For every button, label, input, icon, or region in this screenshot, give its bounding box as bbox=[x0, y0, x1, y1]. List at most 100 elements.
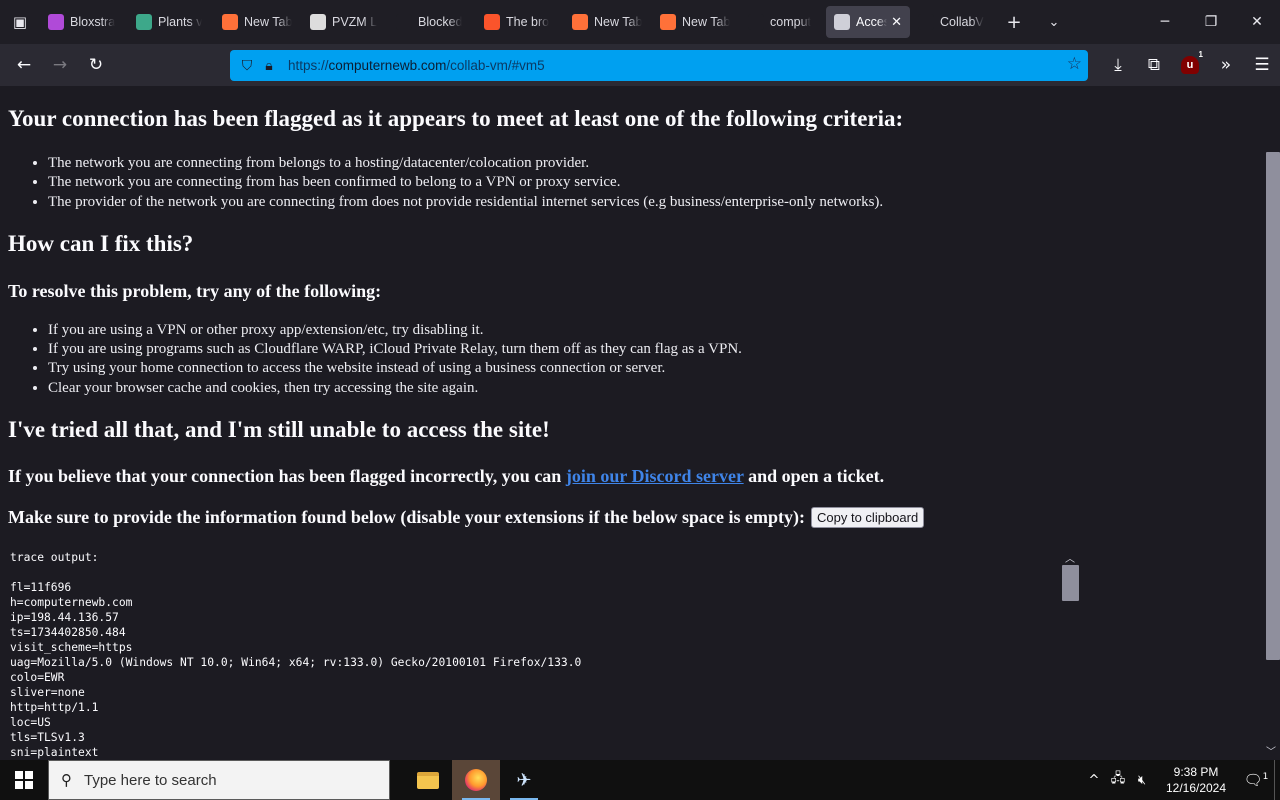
discord-text-after: and open a ticket. bbox=[743, 466, 885, 486]
trace-line: trace output: bbox=[10, 551, 99, 564]
chevron-down-icon: ⌄ bbox=[1048, 14, 1060, 30]
trace-line: loc=US bbox=[10, 716, 51, 729]
network-icon[interactable]: 🖧︎ bbox=[1106, 769, 1130, 791]
notification-center-button[interactable]: 🗨︎1 bbox=[1238, 771, 1274, 789]
lock-icon[interactable]: 🔒︎ bbox=[258, 58, 280, 74]
trace-line: ts=1734402850.484 bbox=[10, 626, 126, 639]
tab-label: Blocked bbox=[418, 15, 463, 29]
tab-6[interactable]: New Tab bbox=[564, 6, 652, 38]
firefox-taskbar-button[interactable] bbox=[452, 760, 500, 800]
show-desktop-button[interactable] bbox=[1274, 760, 1280, 800]
tab-10[interactable]: CollabV bbox=[910, 6, 994, 38]
overflow-menu-button[interactable]: » bbox=[1208, 49, 1244, 81]
fix-item: Try using your home connection to access… bbox=[48, 359, 742, 378]
page-viewport: Your connection has been flagged as it a… bbox=[0, 86, 1280, 760]
provide-info-paragraph: Make sure to provide the information fou… bbox=[8, 507, 925, 528]
criteria-list: The network you are connecting from belo… bbox=[48, 154, 883, 212]
fix-heading: How can I fix this? bbox=[8, 231, 194, 256]
copy-to-clipboard-button[interactable]: Copy to clipboard bbox=[811, 507, 925, 528]
discord-link[interactable]: join our Discord server bbox=[566, 466, 744, 486]
tab-0[interactable]: Bloxstra bbox=[40, 6, 128, 38]
trace-line: ip=198.44.136.57 bbox=[10, 611, 119, 624]
volume-muted-icon[interactable]: 🔇︎ bbox=[1130, 773, 1154, 788]
tab-7[interactable]: New Tab bbox=[652, 6, 740, 38]
url-text[interactable]: https://computernewb.com/collab-vm/#vm5 bbox=[288, 58, 545, 73]
tab-strip: ▣ Bloxstra Plants v New Tab PVZM L Blocked Th… bbox=[0, 0, 1280, 44]
firefox-icon bbox=[465, 769, 487, 791]
tab-label: Plants v bbox=[158, 15, 203, 29]
trace-output-box[interactable]: trace output: fl=11f696 h=computernewb.com… bbox=[10, 550, 1080, 760]
notification-icon: 🗨︎ bbox=[1243, 771, 1263, 789]
navigation-toolbar: ← → ↻ ⛉ 🔒︎ https://computernewb.com/coll… bbox=[0, 44, 1280, 86]
tab-8[interactable]: comput bbox=[740, 6, 826, 38]
reload-button[interactable]: ↻ bbox=[78, 49, 114, 81]
trace-line: sliver=none bbox=[10, 686, 85, 699]
firefox-view-button[interactable]: ▣ bbox=[0, 0, 40, 44]
url-bar[interactable]: ⛉ 🔒︎ https://computernewb.com/collab-vm/… bbox=[230, 50, 1088, 81]
ublock-icon: u1 bbox=[1181, 50, 1203, 74]
tab-3[interactable]: PVZM L bbox=[302, 6, 388, 38]
tab-label: CollabV bbox=[940, 15, 984, 29]
extensions-button[interactable]: ⧉ bbox=[1136, 49, 1172, 81]
trace-scroll-thumb[interactable] bbox=[1062, 565, 1079, 601]
taskbar-search-box[interactable]: ⚲ Type here to search bbox=[48, 760, 390, 800]
trace-line: sni=plaintext bbox=[10, 746, 99, 759]
bookmark-star-icon[interactable]: ☆ bbox=[1067, 54, 1082, 74]
clock[interactable]: 9:38 PM 12/16/2024 bbox=[1160, 764, 1232, 796]
list-all-tabs-button[interactable]: ⌄ bbox=[1034, 0, 1074, 44]
file-explorer-taskbar-button[interactable] bbox=[404, 760, 452, 800]
firefox-icon bbox=[222, 14, 238, 30]
search-placeholder: Type here to search bbox=[84, 771, 217, 789]
firefox-icon bbox=[572, 14, 588, 30]
downloads-button[interactable]: ⤓ bbox=[1100, 49, 1136, 81]
tab-label: PVZM L bbox=[332, 15, 378, 29]
start-button[interactable] bbox=[0, 760, 48, 800]
close-window-button[interactable]: ✕ bbox=[1234, 0, 1280, 44]
trace-line: fl=11f696 bbox=[10, 581, 72, 594]
url-host: computernewb.com bbox=[328, 58, 447, 73]
new-tab-button[interactable]: + bbox=[994, 0, 1034, 44]
windows-taskbar: ⚲ Type here to search ✈ ^ 🖧︎ 🔇︎ 9:38 PM … bbox=[0, 760, 1280, 800]
double-chevron-icon: » bbox=[1220, 55, 1232, 75]
tab-9[interactable]: Acces ✕ bbox=[826, 6, 910, 38]
restore-icon: ❐ bbox=[1204, 14, 1218, 30]
criteria-item: The provider of the network you are conn… bbox=[48, 193, 883, 212]
minimize-icon: ─ bbox=[1160, 14, 1170, 30]
forward-button[interactable]: → bbox=[42, 49, 78, 81]
minimize-button[interactable]: ─ bbox=[1142, 0, 1188, 44]
page-scrollbar[interactable]: ﹀ bbox=[1263, 86, 1280, 760]
page-scroll-thumb[interactable] bbox=[1266, 152, 1280, 660]
trace-scrollbar[interactable]: ︿ bbox=[1062, 550, 1080, 760]
discord-text-before: If you believe that your connection has … bbox=[8, 466, 566, 486]
tab-2[interactable]: New Tab bbox=[214, 6, 302, 38]
tab-5[interactable]: The bro bbox=[476, 6, 564, 38]
tab-label: Bloxstra bbox=[70, 15, 116, 29]
flagged-headline: Your connection has been flagged as it a… bbox=[8, 106, 904, 131]
restore-button[interactable]: ❐ bbox=[1188, 0, 1234, 44]
close-icon: ✕ bbox=[1251, 14, 1263, 30]
fixes-list: If you are using a VPN or other proxy ap… bbox=[48, 321, 742, 398]
provide-info-text: Make sure to provide the information fou… bbox=[8, 507, 806, 527]
back-button[interactable]: ← bbox=[6, 49, 42, 81]
tab-label: New Tab bbox=[244, 15, 293, 29]
trace-line: colo=EWR bbox=[10, 671, 65, 684]
scroll-up-icon[interactable]: ︿ bbox=[1065, 550, 1075, 565]
reload-icon: ↻ bbox=[88, 55, 104, 75]
close-tab-icon[interactable]: ✕ bbox=[891, 14, 902, 30]
show-hidden-icons-button[interactable]: ^ bbox=[1082, 773, 1106, 788]
trace-line bbox=[10, 565, 1080, 580]
ublock-button[interactable]: u1 bbox=[1172, 49, 1208, 81]
shield-icon[interactable]: ⛉ bbox=[236, 58, 258, 74]
tab-1[interactable]: Plants v bbox=[128, 6, 214, 38]
scroll-down-icon[interactable]: ﹀ bbox=[1266, 743, 1276, 758]
criteria-item: The network you are connecting from belo… bbox=[48, 154, 883, 173]
fix-item: Clear your browser cache and cookies, th… bbox=[48, 379, 742, 398]
tab-4[interactable]: Blocked bbox=[388, 6, 476, 38]
search-icon bbox=[918, 14, 934, 30]
tried-heading: I've tried all that, and I'm still unabl… bbox=[8, 417, 550, 442]
folder-icon bbox=[417, 771, 439, 789]
app-taskbar-button[interactable]: ✈ bbox=[500, 760, 548, 800]
firefox-view-icon: ▣ bbox=[12, 13, 28, 31]
url-path: /collab-vm/#vm5 bbox=[446, 58, 545, 73]
app-menu-button[interactable]: ☰ bbox=[1244, 49, 1280, 81]
